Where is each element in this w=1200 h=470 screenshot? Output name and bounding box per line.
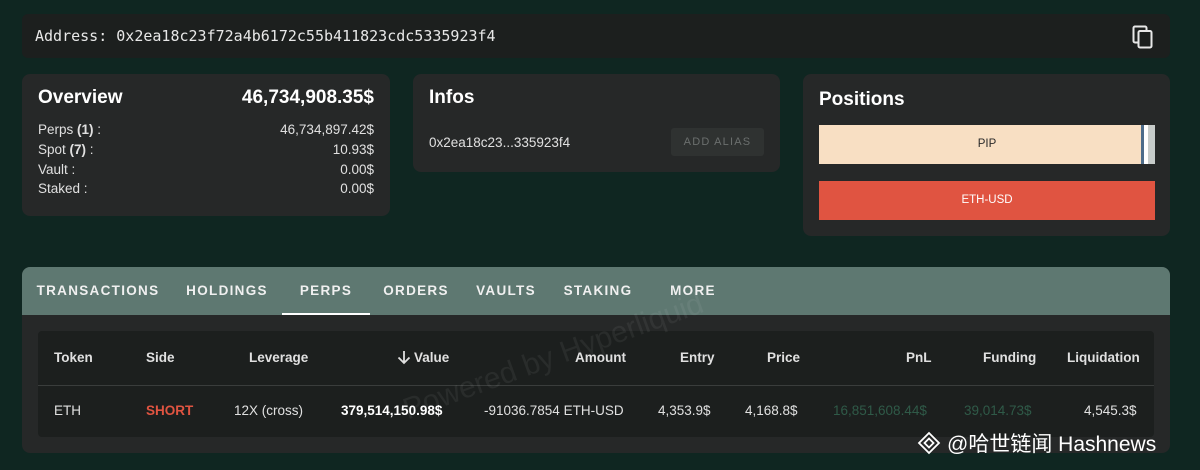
tab-transactions[interactable]: TRANSACTIONS	[22, 267, 174, 315]
tab-staking[interactable]: STAKING	[552, 267, 644, 315]
overview-card: Overview 46,734,908.35$ Perps (1) : 46,7…	[22, 74, 390, 216]
cell-side: SHORT	[146, 403, 194, 418]
positions-card: Positions PIP ETH-USD	[803, 74, 1170, 236]
column-header-pnl[interactable]: PnL	[906, 350, 932, 365]
address-text: Address: 0x2ea18c23f72a4b6172c55b411823c…	[35, 27, 496, 45]
column-header-entry[interactable]: Entry	[680, 350, 715, 365]
arrow-down-icon	[397, 351, 411, 365]
column-header-leverage[interactable]: Leverage	[249, 350, 308, 365]
overview-value: 0.00$	[340, 181, 374, 196]
column-header-liquidation[interactable]: Liquidation	[1067, 350, 1140, 365]
cell-price: 4,168.8$	[745, 403, 798, 418]
position-label: PIP	[977, 138, 997, 150]
perps-panel: TRANSACTIONS HOLDINGS PERPS ORDERS VAULT…	[22, 267, 1170, 453]
address-bar: Address: 0x2ea18c23f72a4b6172c55b411823c…	[22, 14, 1170, 58]
overview-value: 46,734,897.42$	[280, 122, 374, 137]
overview-total: 46,734,908.35$	[241, 87, 374, 108]
infos-title: Infos	[429, 87, 475, 108]
column-header-value[interactable]: Value	[397, 350, 449, 365]
infos-card: Infos 0x2ea18c23...335923f4	[413, 74, 780, 172]
position-bar-pip[interactable]: PIP	[819, 125, 1155, 164]
tab-bar: TRANSACTIONS HOLDINGS PERPS ORDERS VAULT…	[22, 267, 1170, 315]
tab-vaults[interactable]: VAULTS	[462, 267, 550, 315]
overview-value: 0.00$	[340, 162, 374, 177]
position-label: ETH-USD	[961, 194, 1013, 206]
cell-amount: -91036.7854 ETH-USD	[484, 403, 624, 418]
overview-row-perps: Perps (1) : 46,734,897.42$	[38, 122, 374, 137]
cell-pnl: 16,851,608.44$	[833, 403, 927, 418]
tab-perps[interactable]: PERPS	[282, 267, 370, 315]
overview-title: Overview	[38, 87, 123, 108]
column-header-side[interactable]: Side	[146, 350, 175, 365]
overview-value: 10.93$	[332, 142, 374, 157]
tab-holdings[interactable]: HOLDINGS	[174, 267, 280, 315]
cell-liquidation: 4,545.3$	[1084, 403, 1137, 418]
position-bar-eth-usd[interactable]: ETH-USD	[819, 181, 1155, 220]
overview-row-vault: Vault : 0.00$	[38, 162, 374, 177]
cell-leverage: 12X (cross)	[234, 403, 304, 418]
overview-row-spot: Spot (7) : 10.93$	[38, 142, 374, 157]
infos-address: 0x2ea18c23...335923f4	[429, 135, 571, 150]
tab-orders[interactable]: ORDERS	[372, 267, 460, 315]
copy-icon[interactable]	[1132, 25, 1154, 49]
positions-title: Positions	[819, 89, 905, 110]
column-header-price[interactable]: Price	[767, 350, 800, 365]
brand-watermark: @哈世链闻 Hashnews	[917, 430, 1156, 456]
cell-entry: 4,353.9$	[658, 403, 711, 418]
cell-token: ETH	[54, 403, 81, 418]
column-header-token[interactable]: Token	[54, 350, 93, 365]
add-alias-button[interactable]: ADD ALIAS	[671, 128, 764, 156]
column-header-funding[interactable]: Funding	[983, 350, 1036, 365]
overview-row-staked: Staked : 0.00$	[38, 181, 374, 196]
cell-funding: 39,014.73$	[964, 403, 1032, 418]
header-divider	[38, 385, 1154, 386]
binance-diamond-icon	[917, 431, 941, 455]
